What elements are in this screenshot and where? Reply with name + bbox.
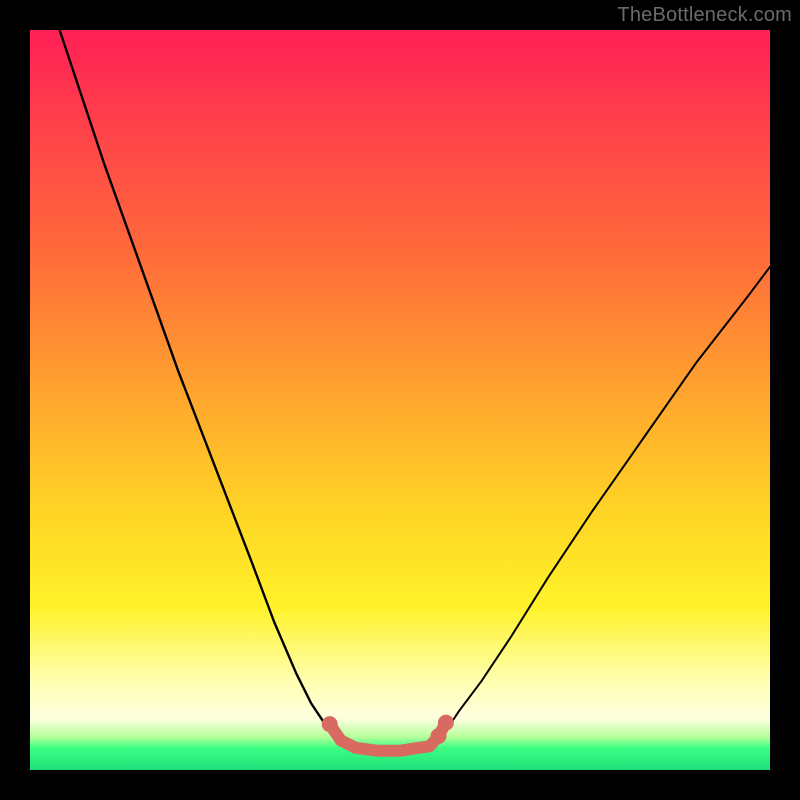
chart-svg bbox=[30, 30, 770, 770]
valley-bead bbox=[438, 715, 454, 731]
watermark-text: TheBottleneck.com bbox=[617, 4, 792, 27]
valley-highlight-line bbox=[330, 723, 446, 751]
left-branch-line bbox=[60, 30, 349, 748]
right-branch-line bbox=[430, 267, 770, 748]
plot-area bbox=[30, 30, 770, 770]
valley-bead bbox=[431, 728, 447, 744]
curve-layer bbox=[60, 30, 770, 751]
chart-frame: TheBottleneck.com bbox=[0, 0, 800, 800]
valley-bead bbox=[322, 716, 338, 732]
